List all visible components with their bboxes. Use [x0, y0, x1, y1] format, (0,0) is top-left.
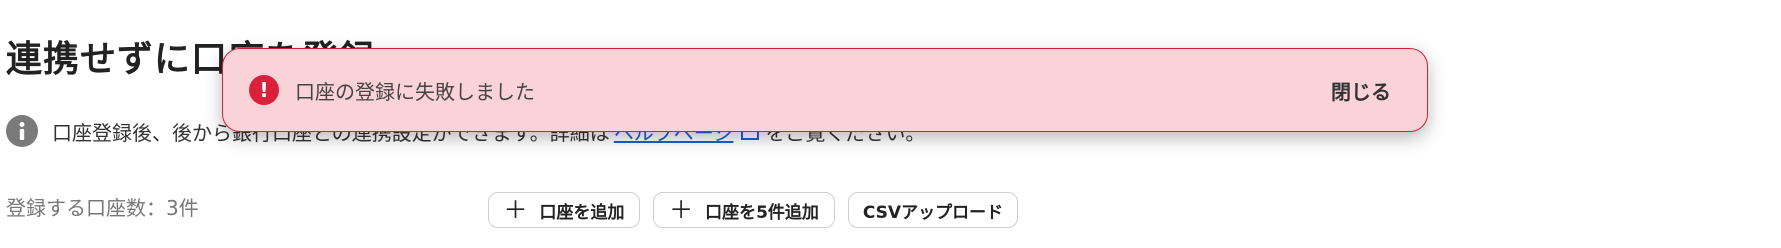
error-toast: ! 口座の登録に失敗しました 閉じる — [222, 48, 1428, 132]
exclamation-icon: ! — [249, 75, 279, 105]
add-account-label: 口座を追加 — [539, 202, 625, 223]
plus-icon: ＋ — [669, 196, 694, 224]
plus-icon: ＋ — [503, 196, 528, 224]
toast-close-button[interactable]: 閉じる — [1331, 76, 1391, 105]
csv-upload-label: CSVアップロード — [862, 202, 1004, 223]
info-icon — [6, 115, 38, 147]
add-5-accounts-button[interactable]: ＋ 口座を5件追加 — [653, 192, 835, 228]
account-count: 登録する口座数：3件 — [6, 196, 199, 220]
page: 連携せずに口座を登録 口座登録後、後から銀行口座との連携設定ができます。詳細は … — [0, 0, 1781, 248]
add-account-button[interactable]: ＋ 口座を追加 — [488, 192, 640, 228]
csv-upload-button[interactable]: CSVアップロード — [848, 192, 1018, 228]
add-5-accounts-label: 口座を5件追加 — [705, 202, 819, 223]
toast-message: 口座の登録に失敗しました — [295, 79, 535, 104]
